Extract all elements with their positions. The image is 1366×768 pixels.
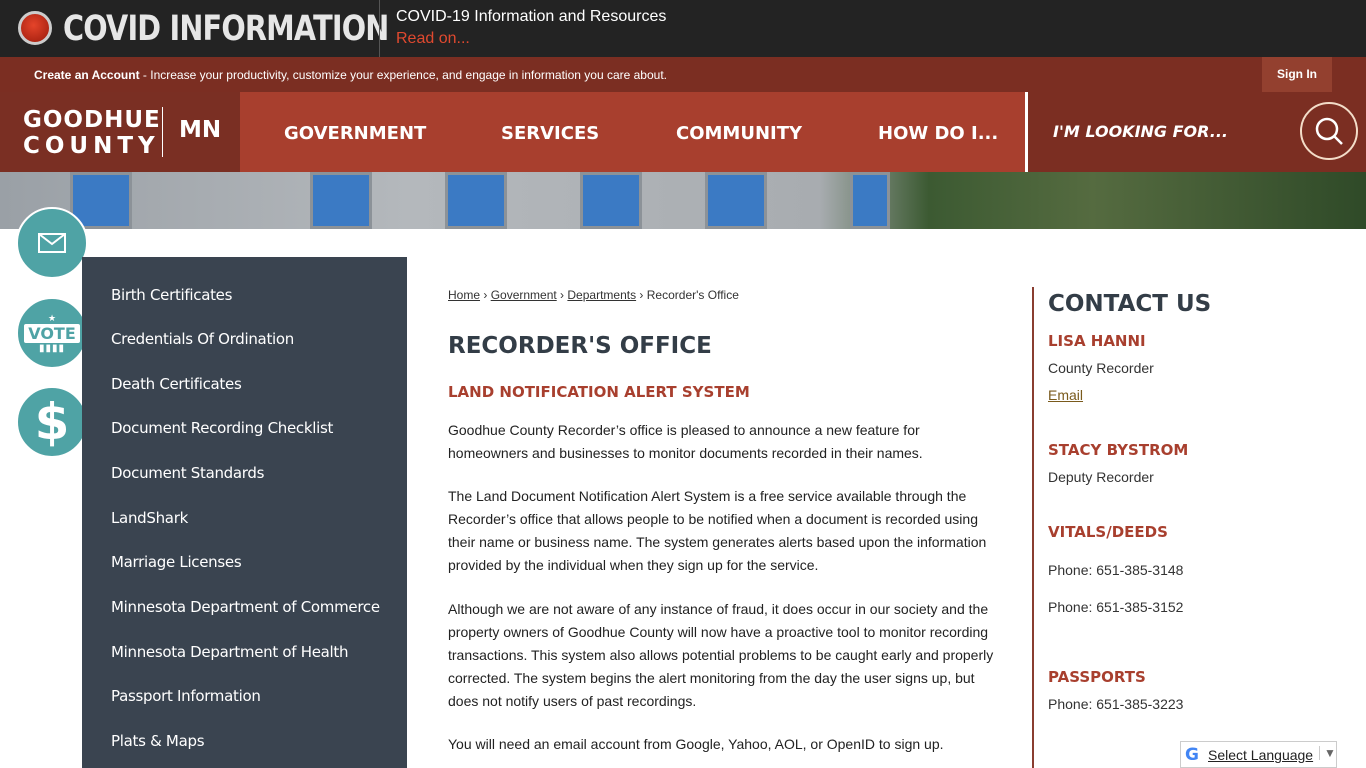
logo-divider (162, 107, 163, 157)
sidebar-item[interactable]: Marriage Licenses (111, 553, 242, 571)
breadcrumb-current: Recorder's Office (646, 288, 739, 302)
language-label: Select Language (1208, 747, 1314, 763)
google-icon: G (1185, 745, 1199, 765)
account-bar: Create an Account - Increase your produc… (0, 57, 1366, 92)
envelope-icon (38, 233, 66, 253)
breadcrumb: Home › Government › Departments › Record… (448, 288, 739, 302)
header-image (0, 172, 1366, 229)
chevron-down-icon: ▼ (1319, 746, 1336, 760)
sidebar-item[interactable]: Minnesota Department of Health (111, 643, 349, 661)
read-on-link[interactable]: Read on... (396, 30, 470, 48)
breadcrumb-government[interactable]: Government (491, 288, 557, 302)
divider (379, 0, 380, 57)
main-nav: GOODHUE COUNTY MN GOVERNMENT SERVICES CO… (0, 92, 1366, 172)
nav-how-do-i[interactable]: HOW DO I... (878, 123, 998, 144)
nav-community[interactable]: COMMUNITY (676, 123, 802, 144)
quick-link-email[interactable] (16, 207, 88, 279)
contact-role: Deputy Recorder (1048, 469, 1154, 485)
sidebar-item[interactable]: Passport Information (111, 687, 261, 705)
contact-section: PASSPORTS (1048, 668, 1146, 686)
phone: Phone: 651-385-3152 (1048, 599, 1184, 615)
contact-name: LISA HANNI (1048, 332, 1146, 350)
alert-dot-icon (18, 11, 52, 45)
sidebar-item[interactable]: Minnesota Department of Commerce (111, 598, 380, 616)
sidebar-item[interactable]: Death Certificates (111, 375, 242, 393)
covid-banner: COVID INFORMATION COVID-19 Information a… (0, 0, 1366, 57)
sign-in-button[interactable]: Sign In (1262, 57, 1332, 92)
paragraph: Although we are not aware of any instanc… (448, 601, 994, 709)
section-title: LAND NOTIFICATION ALERT SYSTEM (448, 383, 750, 401)
covid-headline[interactable]: COVID-19 Information and Resources (396, 8, 666, 26)
create-account-link[interactable]: Create an Account (34, 68, 140, 82)
paragraph: The Land Document Notification Alert Sys… (448, 488, 987, 573)
sidebar-item[interactable]: Document Recording Checklist (111, 419, 333, 437)
search-box[interactable]: I'M LOOKING FOR... (1025, 92, 1366, 172)
language-select[interactable]: G Select Language ▼ (1180, 741, 1337, 768)
contact-role: County Recorder (1048, 360, 1154, 376)
sidebar-item[interactable]: Birth Certificates (111, 286, 232, 304)
page-title: RECORDER'S OFFICE (448, 333, 712, 359)
nav-government[interactable]: GOVERNMENT (284, 123, 426, 144)
dollar-icon: $ (34, 393, 70, 451)
nav-services[interactable]: SERVICES (501, 123, 599, 144)
breadcrumb-home[interactable]: Home (448, 288, 480, 302)
paragraph: Goodhue County Recorder’s office is plea… (448, 422, 923, 461)
sidebar: Birth Certificates Credentials Of Ordina… (82, 257, 407, 768)
phone: Phone: 651-385-3148 (1048, 562, 1184, 578)
email-link[interactable]: Email (1048, 387, 1083, 403)
account-text: - Increase your productivity, customize … (139, 68, 667, 82)
vote-icon: ★ (47, 312, 57, 323)
divider (1032, 287, 1034, 768)
quick-link-vote[interactable]: ★ VOTE ▮▮▮▮ (16, 297, 88, 369)
logo-line1: GOODHUE (23, 107, 161, 133)
sidebar-item[interactable]: Credentials Of Ordination (111, 330, 294, 348)
logo[interactable]: GOODHUE COUNTY MN (0, 92, 240, 172)
search-icon (1315, 117, 1343, 145)
contact-section: VITALS/DEEDS (1048, 523, 1168, 541)
covid-title: COVID INFORMATION (63, 9, 389, 49)
search-input[interactable]: I'M LOOKING FOR... (1053, 122, 1228, 141)
vote-label: VOTE (24, 323, 80, 343)
contact-title: CONTACT US (1048, 291, 1212, 317)
contact-name: STACY BYSTROM (1048, 441, 1189, 459)
phone: Phone: 651-385-3223 (1048, 696, 1184, 712)
search-button[interactable] (1300, 102, 1358, 160)
quick-link-pay[interactable]: $ (16, 386, 88, 458)
breadcrumb-departments[interactable]: Departments (567, 288, 636, 302)
sidebar-item[interactable]: Plats & Maps (111, 732, 205, 750)
paragraph: You will need an email account from Goog… (448, 736, 944, 752)
sidebar-item[interactable]: Document Standards (111, 464, 264, 482)
logo-line2: COUNTY (23, 133, 160, 159)
logo-state: MN (179, 117, 222, 143)
sidebar-item[interactable]: LandShark (111, 509, 188, 527)
